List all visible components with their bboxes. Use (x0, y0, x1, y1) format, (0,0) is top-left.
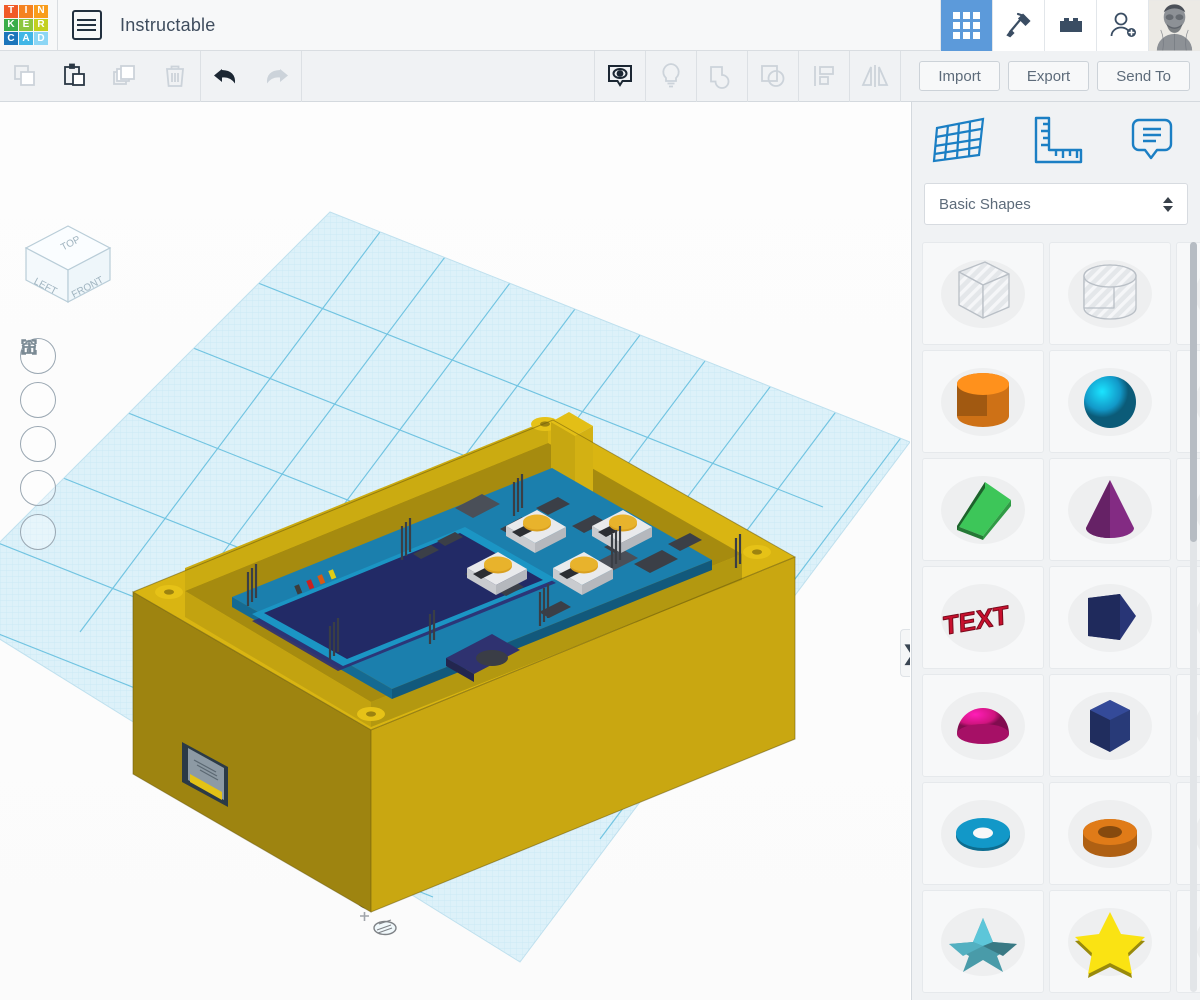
chevron-updown-icon (1163, 196, 1173, 212)
page-title: Instructable (120, 14, 216, 35)
duplicate-icon[interactable] (100, 51, 150, 102)
ruler-icon[interactable] (1008, 114, 1104, 166)
logo-tile-8: D (34, 32, 48, 45)
shape-item-cylinder[interactable] (922, 350, 1044, 453)
tinkercad-app: T I N K E R C A D Instructable Import Ex… (0, 0, 1200, 1000)
logo-tile-5: R (34, 18, 48, 32)
shape-item-cone[interactable] (1049, 458, 1171, 561)
shape-item-half-sphere[interactable] (922, 674, 1044, 777)
design-canvas[interactable]: Workplane (0, 102, 910, 1000)
shape-item-polygon-prism[interactable] (1049, 566, 1171, 669)
shape-item-text[interactable]: TEXT (922, 566, 1044, 669)
shape-category-value: Basic Shapes (939, 195, 1031, 213)
tinkercad-logo[interactable]: T I N K E R C A D (2, 3, 50, 47)
file-actions: Import Export Send To (919, 61, 1200, 91)
redo-icon[interactable] (251, 51, 301, 102)
copy-icon[interactable] (0, 51, 50, 102)
logo-tile-2: N (34, 5, 48, 18)
top-bar: T I N K E R C A D Instructable (0, 0, 1200, 51)
logo-tile-3: K (4, 18, 18, 32)
note-icon[interactable] (1104, 114, 1200, 166)
import-button[interactable]: Import (919, 61, 1000, 91)
group-icon[interactable] (697, 51, 747, 102)
shape-item-hexagonal-prism[interactable] (1049, 674, 1171, 777)
shape-library-grid: TEXT (912, 234, 1200, 1000)
history-tool-group (201, 51, 301, 102)
ortho-perspective-toggle[interactable] (20, 340, 56, 550)
lightbulb-icon[interactable] (646, 51, 696, 102)
grid-apps-icon[interactable] (940, 0, 992, 51)
divider (900, 50, 901, 102)
shape-item-wedge[interactable] (922, 458, 1044, 561)
zoom-in-button[interactable] (20, 340, 56, 462)
object-tool-group (594, 50, 901, 102)
workplane-icon[interactable] (912, 114, 1008, 166)
panel-tool-tabs (912, 102, 1200, 177)
visibility-eye-icon[interactable] (595, 51, 645, 102)
mirror-icon[interactable] (850, 51, 900, 102)
logo-tile-0: T (4, 5, 18, 18)
blocks-icon[interactable] (1044, 0, 1096, 51)
canvas-3d-scene: Workplane (0, 102, 910, 1000)
shape-item-star[interactable] (1049, 890, 1171, 993)
ungroup-icon[interactable] (748, 51, 798, 102)
shape-item-cylinder-hole[interactable] (1049, 242, 1171, 345)
panel-collapse-toggle[interactable]: ❯ (900, 629, 910, 677)
hammer-icon[interactable] (992, 0, 1044, 51)
paste-icon[interactable] (50, 51, 100, 102)
align-icon[interactable] (799, 51, 849, 102)
delete-icon[interactable] (150, 51, 200, 102)
shape-category-dropdown[interactable]: Basic Shapes (924, 183, 1188, 225)
panel-scrollbar-thumb[interactable] (1190, 242, 1197, 542)
logo-tile-7: A (19, 32, 33, 45)
export-button[interactable]: Export (1007, 61, 1090, 91)
shape-item-sphere[interactable] (1049, 350, 1171, 453)
fit-to-view-button[interactable] (20, 339, 56, 418)
logo-tile-4: E (19, 18, 33, 32)
send-to-button[interactable]: Send To (1097, 61, 1190, 91)
logo-tile-6: C (4, 32, 18, 45)
view-nav-buttons (20, 338, 56, 550)
add-person-icon[interactable] (1096, 0, 1148, 51)
shape-item-torus[interactable] (922, 782, 1044, 885)
shape-item-box-hole[interactable] (922, 242, 1044, 345)
document-menu-icon[interactable] (72, 10, 102, 40)
shape-item-tube[interactable] (1049, 782, 1171, 885)
undo-icon[interactable] (201, 51, 251, 102)
clipboard-tool-group (0, 51, 200, 102)
edit-toolbar: Import Export Send To (0, 50, 1200, 102)
user-avatar[interactable] (1148, 0, 1200, 51)
zoom-out-button[interactable] (20, 346, 56, 506)
divider (57, 0, 58, 51)
topbar-right-icons (940, 0, 1200, 51)
shapes-panel: Basic Shapes TEXT (911, 102, 1200, 1000)
divider (301, 50, 302, 102)
view-cube[interactable]: TOP LEFT FRONT (20, 220, 116, 310)
shape-item-star-3d[interactable] (922, 890, 1044, 993)
logo-tile-1: I (19, 5, 33, 18)
